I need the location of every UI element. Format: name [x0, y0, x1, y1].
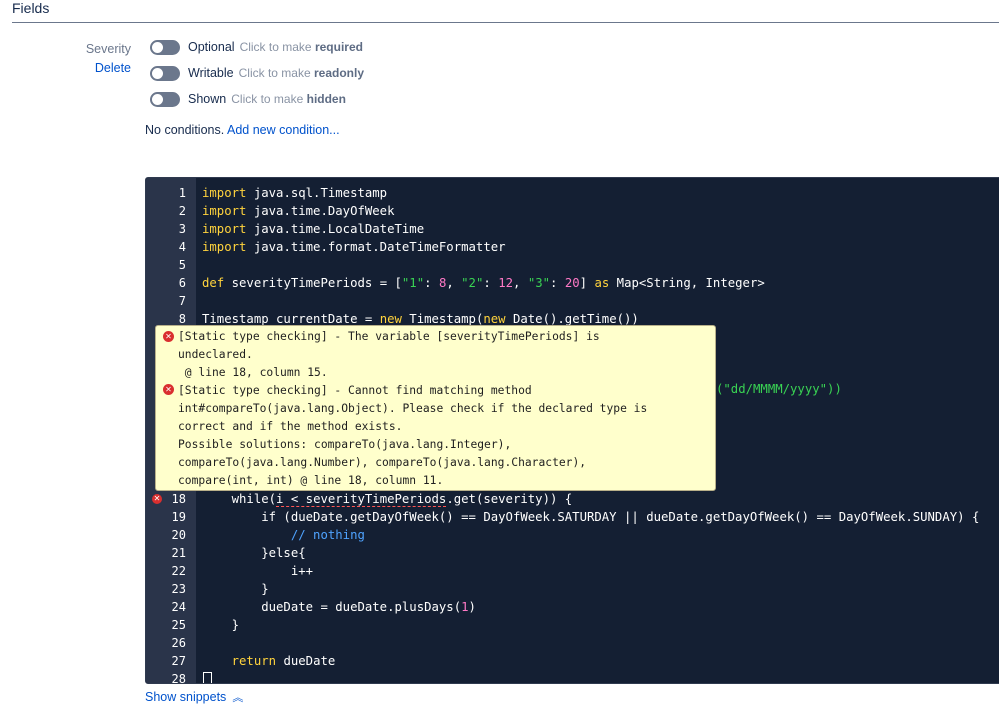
code-text: }else{: [202, 546, 306, 560]
code-line[interactable]: 22 i++: [146, 562, 999, 580]
required-toggle-row[interactable]: Optional Click to make required: [150, 38, 363, 56]
chevron-up-icon: ︽: [232, 692, 244, 704]
code-line[interactable]: 24 dueDate = dueDate.plusDays(1): [146, 598, 999, 616]
code-text: return dueDate: [231, 654, 336, 668]
show-snippets-label: Show snippets: [145, 690, 227, 704]
line-number: 24: [171, 600, 186, 614]
error-icon: ✕: [163, 331, 174, 342]
conditions-line: No conditions. Add new condition...: [145, 123, 340, 137]
tooltip-line: int#compareTo(java.lang.Object). Please …: [178, 402, 648, 415]
hidden-toggle-row[interactable]: Shown Click to make hidden: [150, 90, 346, 108]
tooltip-line: undeclared.: [178, 348, 253, 361]
readonly-toggle[interactable]: [150, 65, 180, 81]
no-conditions-text: No conditions.: [145, 123, 225, 137]
code-line[interactable]: 6 def severityTimePeriods = ["1": 8, "2":…: [146, 274, 999, 292]
code-line[interactable]: 2 import java.time.DayOfWeek: [146, 202, 999, 220]
code-line[interactable]: 4 import java.time.format.DateTimeFormatt…: [146, 238, 999, 256]
toggle-hint[interactable]: Click to make required: [240, 40, 363, 54]
toggle-state-label: Writable: [188, 66, 234, 80]
code-text: import java.time.LocalDateTime: [202, 222, 425, 236]
code-line[interactable]: 21 }else{: [146, 544, 999, 562]
hidden-toggle[interactable]: [150, 91, 180, 107]
tooltip-line: @ line 18, column 15.: [178, 366, 328, 379]
code-line[interactable]: 27 return dueDate: [146, 652, 999, 670]
toggle-state-label: Optional: [188, 40, 235, 54]
code-line[interactable]: 7: [146, 292, 999, 310]
code-line[interactable]: 5: [146, 256, 999, 274]
line-number: 25: [171, 618, 186, 632]
tooltip-line: Possible solutions: compareTo(java.lang.…: [178, 438, 512, 451]
code-line[interactable]: 18 ✕ while(i < severityTimePeriods.get(se…: [146, 490, 999, 508]
tooltip-line: compareTo(java.lang.Number), compareTo(j…: [178, 456, 587, 469]
code-text: }: [202, 618, 240, 632]
code-text: dueDate = dueDate.plusDays(1): [202, 600, 476, 614]
code-text: [202, 670, 212, 683]
line-number: 23: [171, 582, 186, 596]
code-text: while(i < severityTimePeriods.get(severi…: [202, 492, 573, 507]
line-number: 5: [178, 258, 186, 272]
line-number: 2: [178, 204, 186, 218]
toggle-knob: [152, 41, 163, 53]
tooltip-line: [Static type checking] - The variable [s…: [178, 330, 600, 343]
readonly-toggle-row[interactable]: Writable Click to make readonly: [150, 64, 364, 82]
code-text: }: [202, 582, 269, 596]
code-text: if (dueDate.getDayOfWeek() == DayOfWeek.…: [202, 510, 980, 524]
delete-field-link[interactable]: Delete: [95, 61, 131, 75]
line-number: 28: [171, 672, 186, 684]
code-line[interactable]: 25 }: [146, 616, 999, 634]
toggle-knob: [152, 67, 163, 79]
line-number: 19: [171, 510, 186, 524]
code-line[interactable]: 19 if (dueDate.getDayOfWeek() == DayOfWe…: [146, 508, 999, 526]
section-title: Fields: [12, 0, 50, 16]
tooltip-line: [Static type checking] - Cannot find mat…: [178, 384, 532, 397]
code-text: import java.sql.Timestamp: [202, 186, 388, 200]
line-number: 1: [178, 186, 186, 200]
error-icon: ✕: [163, 384, 174, 395]
code-line[interactable]: 28: [146, 670, 999, 684]
line-number: 6: [178, 276, 186, 290]
code-line[interactable]: 3 import java.time.LocalDateTime: [146, 220, 999, 238]
code-text: i++: [202, 564, 314, 578]
code-line[interactable]: 20 // nothing: [146, 526, 999, 544]
line-number: 3: [178, 222, 186, 236]
field-name: Severity: [85, 42, 131, 56]
tooltip-line: correct and if the method exists.: [178, 420, 403, 433]
code-text: def severityTimePeriods = ["1": 8, "2": …: [202, 276, 765, 290]
code-text: import java.time.format.DateTimeFormatte…: [202, 240, 506, 254]
tooltip-line: compare(int, int) @ line 18, column 11.: [178, 474, 444, 487]
error-tooltip: ✕ [Static type checking] - The variable …: [155, 325, 716, 491]
line-number: 20: [171, 528, 186, 542]
add-condition-link[interactable]: Add new condition...: [227, 123, 340, 137]
code-fragment-behind-tooltip: ("dd/MMMM/yyyy")): [716, 382, 842, 396]
code-line[interactable]: 1 import java.sql.Timestamp: [146, 184, 999, 202]
code-line[interactable]: 23 }: [146, 580, 999, 598]
toggle-hint[interactable]: Click to make readonly: [239, 66, 364, 80]
line-number: 26: [171, 636, 186, 650]
show-snippets-link[interactable]: Show snippets ︽: [145, 689, 243, 705]
error-icon[interactable]: ✕: [152, 494, 162, 504]
toggle-knob: [152, 93, 163, 105]
line-number: 27: [171, 654, 186, 668]
code-text: import java.time.DayOfWeek: [202, 204, 395, 218]
line-number: 22: [171, 564, 186, 578]
line-number: 7: [178, 294, 186, 308]
line-number: 21: [171, 546, 186, 560]
code-text: // nothing: [202, 528, 365, 542]
toggle-hint[interactable]: Click to make hidden: [231, 92, 346, 106]
code-line[interactable]: 26: [146, 634, 999, 652]
toggle-state-label: Shown: [188, 92, 227, 106]
section-divider: [12, 22, 999, 23]
line-number: 4: [178, 240, 186, 254]
required-toggle[interactable]: [150, 39, 180, 55]
